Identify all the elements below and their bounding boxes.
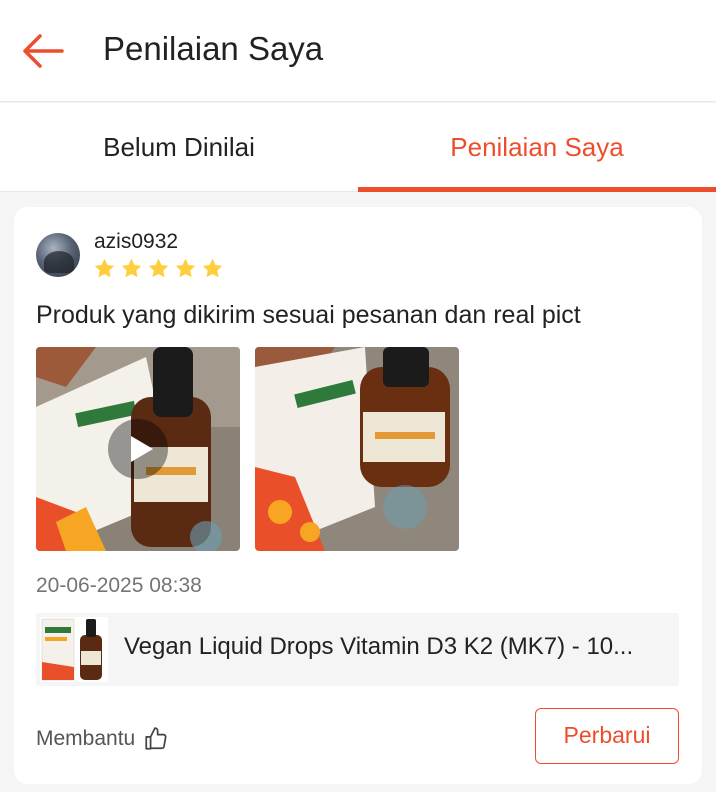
tab-bar: Belum Dinilai Penilaian Saya [0,103,716,192]
tab-penilaian-saya[interactable]: Penilaian Saya [358,103,716,192]
page-title: Penilaian Saya [103,30,324,67]
avatar[interactable] [36,233,80,277]
star-icon [94,258,115,278]
star-icon [202,258,223,278]
arrow-left-icon [23,34,64,68]
star-icon [121,258,142,278]
update-review-button[interactable]: Perbarui [535,708,679,764]
active-tab-indicator [358,187,716,192]
play-icon[interactable] [108,419,168,479]
reviewer-username: azis0932 [94,230,179,253]
product-link[interactable]: Vegan Liquid Drops Vitamin D3 K2 (MK7) -… [36,613,679,686]
star-rating [93,257,224,283]
review-card: azis0932 Produk yang dikirim sesuai pesa… [14,207,702,784]
review-photo-thumbnail[interactable] [255,347,459,551]
product-image [40,617,108,682]
thumbs-up-icon [145,727,167,750]
header: Penilaian Saya [0,0,716,102]
review-video-thumbnail[interactable] [36,347,240,551]
helpful-label: Membantu [36,727,136,750]
product-name: Vegan Liquid Drops Vitamin D3 K2 (MK7) -… [124,633,634,660]
star-icon [175,258,196,278]
back-button[interactable] [18,30,68,72]
product-thumbnail [40,617,108,682]
tab-belum-dinilai[interactable]: Belum Dinilai [0,103,358,192]
review-timestamp: 20-06-2025 08:38 [36,574,202,597]
review-text: Produk yang dikirim sesuai pesanan dan r… [36,301,581,329]
photo-frame [255,347,459,551]
helpful-button[interactable]: Membantu [36,724,169,754]
star-icon [148,258,169,278]
